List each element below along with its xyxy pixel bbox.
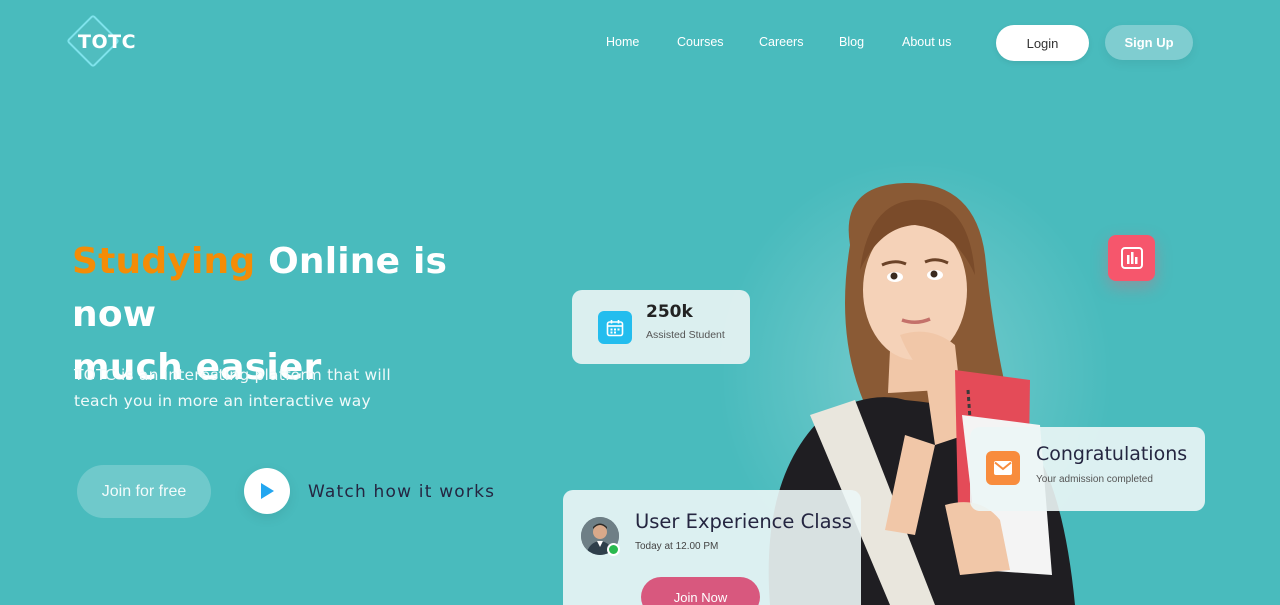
congratulations-card: Congratulations Your admission completed — [970, 427, 1205, 511]
signup-button[interactable]: Sign Up — [1105, 25, 1193, 60]
hero-subtext: TOTC is an interesting platform that wil… — [74, 366, 391, 410]
join-now-button[interactable]: Join Now — [641, 577, 760, 605]
watch-how-it-works-link[interactable]: Watch how it works — [308, 482, 495, 502]
chart-badge — [1108, 235, 1155, 281]
assisted-students-card: 250k Assisted Student — [572, 290, 750, 364]
class-time: Today at 12.00 PM — [635, 541, 719, 552]
nav-item-courses[interactable]: Courses — [677, 35, 724, 49]
logo[interactable]: TOTC — [64, 14, 142, 70]
bar-chart-icon — [1120, 247, 1143, 269]
join-for-free-button[interactable]: Join for free — [77, 465, 211, 518]
assisted-students-label: Assisted Student — [646, 329, 725, 341]
nav-item-home[interactable]: Home — [606, 35, 639, 49]
assisted-students-value: 250k — [646, 302, 693, 322]
class-title: User Experience Class — [635, 510, 852, 533]
congratulations-subtitle: Your admission completed — [1036, 474, 1153, 485]
play-video-button[interactable] — [244, 468, 290, 514]
login-button[interactable]: Login — [996, 25, 1089, 61]
nav-item-about-us[interactable]: About us — [902, 35, 951, 49]
nav-item-careers[interactable]: Careers — [759, 35, 803, 49]
online-status-dot — [607, 543, 620, 556]
headline-accent: Studying — [72, 241, 256, 282]
user-experience-class-card: User Experience Class Today at 12.00 PM … — [563, 490, 861, 605]
nav-item-blog[interactable]: Blog — [839, 35, 864, 49]
play-icon — [261, 483, 274, 499]
calendar-icon — [598, 311, 632, 344]
congratulations-title: Congratulations — [1036, 443, 1188, 465]
mail-icon — [986, 451, 1020, 485]
logo-text: TOTC — [78, 31, 137, 53]
